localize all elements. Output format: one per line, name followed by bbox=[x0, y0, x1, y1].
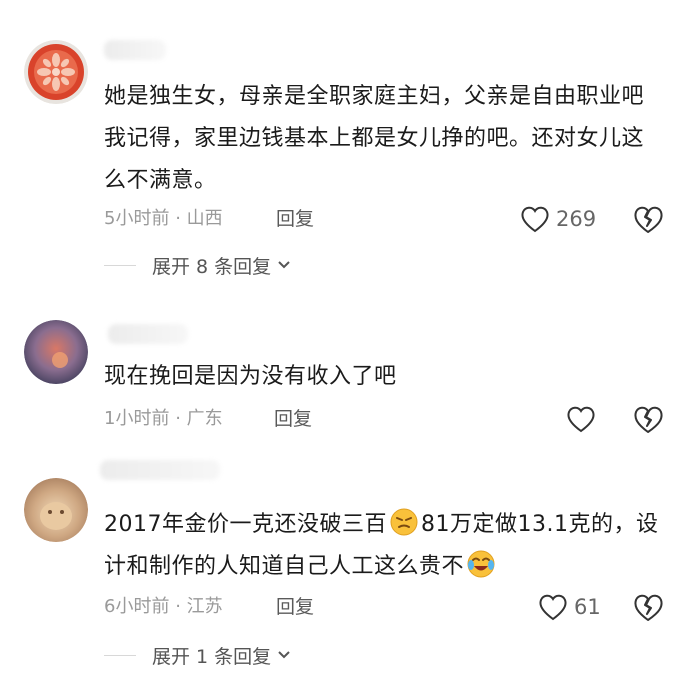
divider-line bbox=[104, 264, 136, 266]
smirk-face-icon bbox=[389, 507, 419, 537]
dislike-button[interactable] bbox=[632, 204, 664, 234]
username-blurred[interactable] bbox=[100, 460, 220, 480]
comment-region: 江苏 bbox=[186, 596, 223, 617]
broken-heart-icon bbox=[634, 406, 663, 433]
chevron-down-icon bbox=[278, 651, 290, 659]
comment-meta: 5小时前 · 山西 bbox=[104, 204, 223, 234]
heart-outline-icon bbox=[539, 594, 567, 621]
reply-button[interactable]: 回复 bbox=[274, 404, 312, 434]
comment-time: 5小时前 bbox=[104, 208, 170, 229]
reply-button[interactable]: 回复 bbox=[276, 592, 314, 622]
broken-heart-icon bbox=[634, 594, 663, 621]
comment-time: 1小时前 bbox=[104, 408, 170, 429]
laughing-tears-face-icon bbox=[466, 549, 496, 579]
like-button[interactable]: 61 bbox=[538, 589, 601, 625]
comment-text: 2017年金价一克还没破三百 81万定做13.1克的，设计和制作的人知道自己人工这… bbox=[104, 504, 664, 588]
comment-text: 她是独生女，母亲是全职家庭主妇，父亲是自由职业吧我记得，家里边钱基本上都是女儿挣… bbox=[104, 84, 645, 193]
divider-line bbox=[104, 654, 136, 656]
comment-item: 她是独生女，母亲是全职家庭主妇，父亲是自由职业吧我记得，家里边钱基本上都是女儿挣… bbox=[0, 0, 690, 290]
comment-item: 现在挽回是因为没有收入了吧 1小时前 · 广东 回复 bbox=[0, 290, 690, 450]
like-button[interactable]: 269 bbox=[520, 201, 596, 237]
like-count: 269 bbox=[556, 207, 597, 231]
like-button[interactable] bbox=[566, 401, 596, 437]
avatar[interactable] bbox=[24, 40, 88, 104]
heart-outline-icon bbox=[521, 206, 549, 233]
comment-time: 6小时前 bbox=[104, 596, 170, 617]
dislike-button[interactable] bbox=[632, 404, 664, 434]
expand-replies-label: 展开 1 条回复 bbox=[152, 645, 272, 668]
heart-outline-icon bbox=[567, 406, 595, 433]
dislike-button[interactable] bbox=[632, 592, 664, 622]
comment-text-part1: 2017年金价一克还没破三百 bbox=[104, 512, 387, 537]
username-blurred[interactable] bbox=[104, 40, 166, 60]
comment-region: 广东 bbox=[186, 408, 223, 429]
comment-meta: 6小时前 · 江苏 bbox=[104, 592, 223, 622]
meta-separator: · bbox=[175, 408, 181, 429]
comment-text: 现在挽回是因为没有收入了吧 bbox=[104, 364, 397, 389]
comment-meta: 1小时前 · 广东 bbox=[104, 404, 223, 434]
chevron-down-icon bbox=[278, 261, 290, 269]
username-blurred[interactable] bbox=[108, 324, 188, 344]
avatar[interactable] bbox=[24, 320, 88, 384]
comment-item: 2017年金价一克还没破三百 81万定做13.1克的，设计和制作的人知道自己人工这… bbox=[0, 450, 690, 679]
avatar[interactable] bbox=[24, 478, 88, 542]
expand-replies-button[interactable]: 展开 1 条回复 bbox=[104, 640, 291, 670]
meta-separator: · bbox=[175, 596, 181, 617]
meta-separator: · bbox=[175, 208, 181, 229]
expand-replies-label: 展开 8 条回复 bbox=[152, 255, 272, 278]
reply-button[interactable]: 回复 bbox=[276, 204, 314, 234]
broken-heart-icon bbox=[634, 206, 663, 233]
expand-replies-button[interactable]: 展开 8 条回复 bbox=[104, 250, 291, 280]
comment-region: 山西 bbox=[186, 208, 223, 229]
like-count: 61 bbox=[574, 595, 601, 619]
